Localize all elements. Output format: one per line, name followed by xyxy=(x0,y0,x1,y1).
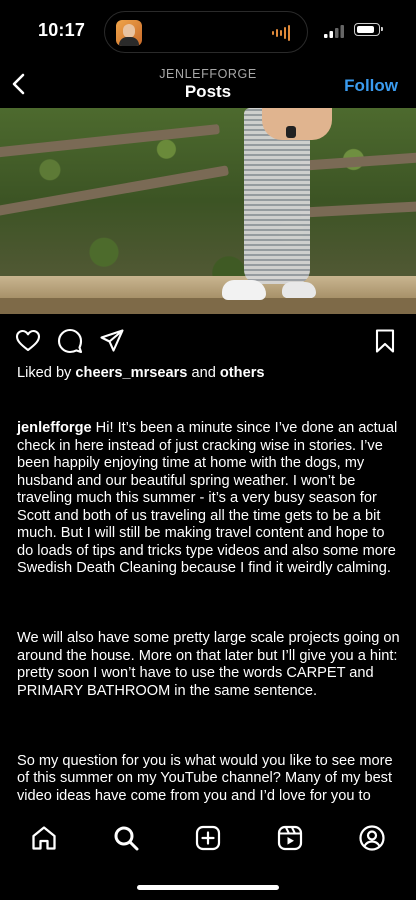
profile-icon[interactable] xyxy=(358,824,386,852)
create-plus-icon[interactable] xyxy=(194,824,222,852)
paper-plane-icon[interactable] xyxy=(99,328,125,354)
bottom-tab-bar xyxy=(0,812,416,900)
liked-by-prefix: Liked by xyxy=(17,365,72,381)
home-icon[interactable] xyxy=(30,824,58,852)
liked-by-others-link[interactable]: others xyxy=(220,365,265,381)
battery-icon xyxy=(354,23,383,36)
liked-by-line: Liked by cheers_mrsears and others xyxy=(17,365,401,381)
reels-icon[interactable] xyxy=(276,824,304,852)
liked-by-user-link[interactable]: cheers_mrsears xyxy=(75,365,187,381)
status-time: 10:17 xyxy=(38,20,86,40)
status-bar: 10:17 xyxy=(0,0,416,62)
header: JENLEFFORGE Posts Follow xyxy=(0,62,416,108)
comment-bubble-icon[interactable] xyxy=(57,328,83,354)
home-indicator[interactable] xyxy=(137,885,279,890)
heart-icon[interactable] xyxy=(15,328,41,354)
bookmark-icon[interactable] xyxy=(372,328,398,354)
caption-paragraph-1: Hi! It’s been a minute since I’ve done a… xyxy=(17,420,402,576)
search-icon[interactable] xyxy=(112,824,140,852)
cellular-signal-icon xyxy=(324,25,344,38)
audio-wave-icon xyxy=(272,25,290,41)
post-photo[interactable] xyxy=(0,108,416,314)
post-actions xyxy=(0,324,416,358)
liked-by-and: and xyxy=(191,365,216,381)
caption-username[interactable]: jenlefforge xyxy=(17,420,92,436)
caption-paragraph-2: We will also have some pretty large scal… xyxy=(17,630,404,699)
follow-button[interactable]: Follow xyxy=(344,76,398,96)
dynamic-island[interactable] xyxy=(104,11,308,53)
now-playing-avatar xyxy=(116,20,142,46)
